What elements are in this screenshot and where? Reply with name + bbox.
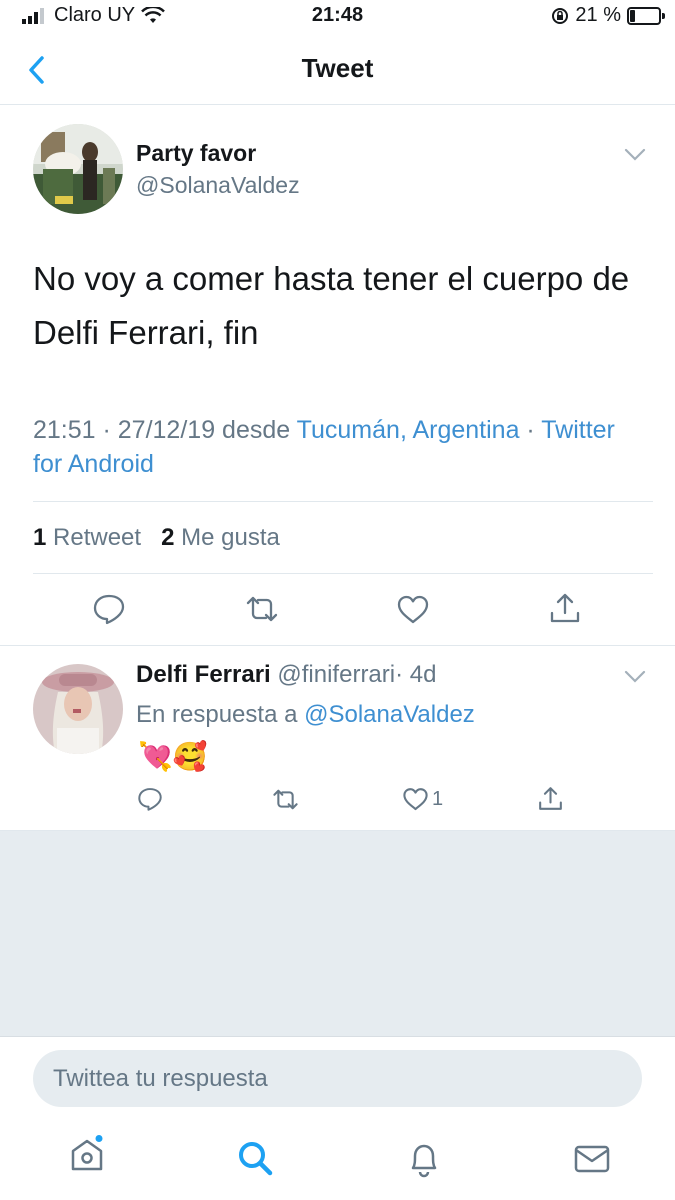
battery-icon (627, 6, 665, 25)
battery-percent: 21 % (575, 4, 621, 26)
reply-age: · 4d (395, 661, 437, 688)
reply-text: 💘🥰 (138, 741, 208, 772)
divider (33, 573, 653, 574)
reply-options-chevron-icon[interactable] (624, 670, 646, 684)
likes-count: 2 (161, 524, 175, 551)
divider (0, 645, 675, 646)
share-icon[interactable] (548, 591, 582, 625)
battery-indicator: 21 % (551, 4, 665, 27)
notifications-icon[interactable] (405, 1139, 443, 1179)
retweet-icon[interactable] (245, 592, 279, 626)
tweet-stats: 1 Retweet 2 Me gusta (33, 524, 280, 552)
reply-reply-icon[interactable] (137, 786, 163, 812)
reply-author-name[interactable]: Delfi Ferrari (136, 661, 271, 688)
top-navigation: Tweet (0, 34, 675, 105)
messages-icon[interactable] (573, 1143, 611, 1175)
likes-stat[interactable]: 2 Me gusta (161, 524, 280, 551)
retweets-stat[interactable]: 1 Retweet (33, 524, 141, 551)
in-reply-to: En respuesta a @SolanaValdez (136, 701, 475, 729)
retweets-count: 1 (33, 524, 47, 551)
reply-like-action[interactable]: 1 (402, 786, 443, 813)
divider (33, 501, 653, 502)
tweet-text: No voy a comer hasta tener el cuerpo de … (33, 260, 630, 351)
tweet-location-link[interactable]: Tucumán, Argentina (297, 416, 520, 444)
in-reply-handle-link[interactable]: @SolanaValdez (304, 701, 475, 728)
author-name[interactable]: Party favor (136, 140, 256, 167)
bottom-tab-bar (0, 1125, 675, 1200)
reply-retweet-icon[interactable] (272, 786, 299, 813)
page-title: Tweet (301, 53, 374, 83)
in-reply-prefix: En respuesta a (136, 701, 305, 728)
retweets-label: Retweet (53, 524, 142, 551)
like-heart-icon[interactable] (396, 593, 430, 627)
tweet-timestamp: 21:51 · 27/12/19 desde (33, 416, 297, 444)
tweet-meta: 21:51 · 27/12/19 desde Tucumán, Argentin… (33, 413, 648, 481)
search-icon[interactable] (236, 1139, 274, 1177)
tweet-options-chevron-icon[interactable] (624, 148, 646, 162)
reply-composer[interactable]: Twittea tu respuesta (33, 1050, 642, 1107)
status-bar: Claro UY 21:48 21 % (0, 0, 675, 34)
reply-like-heart-icon (403, 788, 428, 811)
reply-placeholder: Twittea tu respuesta (53, 1065, 268, 1092)
author-avatar[interactable] (33, 124, 123, 214)
reply-author-avatar[interactable] (33, 664, 123, 754)
empty-thread-area (0, 830, 675, 1037)
orientation-lock-icon (552, 7, 569, 24)
meta-separator: · (519, 416, 542, 444)
reply-icon[interactable] (92, 592, 126, 626)
reply-author-handle[interactable]: @finiferrari (277, 661, 395, 688)
reply-like-count: 1 (432, 788, 444, 810)
reply-share-icon[interactable] (537, 785, 564, 812)
author-handle[interactable]: @SolanaValdez (136, 172, 300, 199)
home-icon[interactable] (67, 1135, 107, 1175)
reply-header: Delfi Ferrari @finiferrari· 4d (136, 661, 436, 689)
likes-label: Me gusta (181, 524, 280, 551)
